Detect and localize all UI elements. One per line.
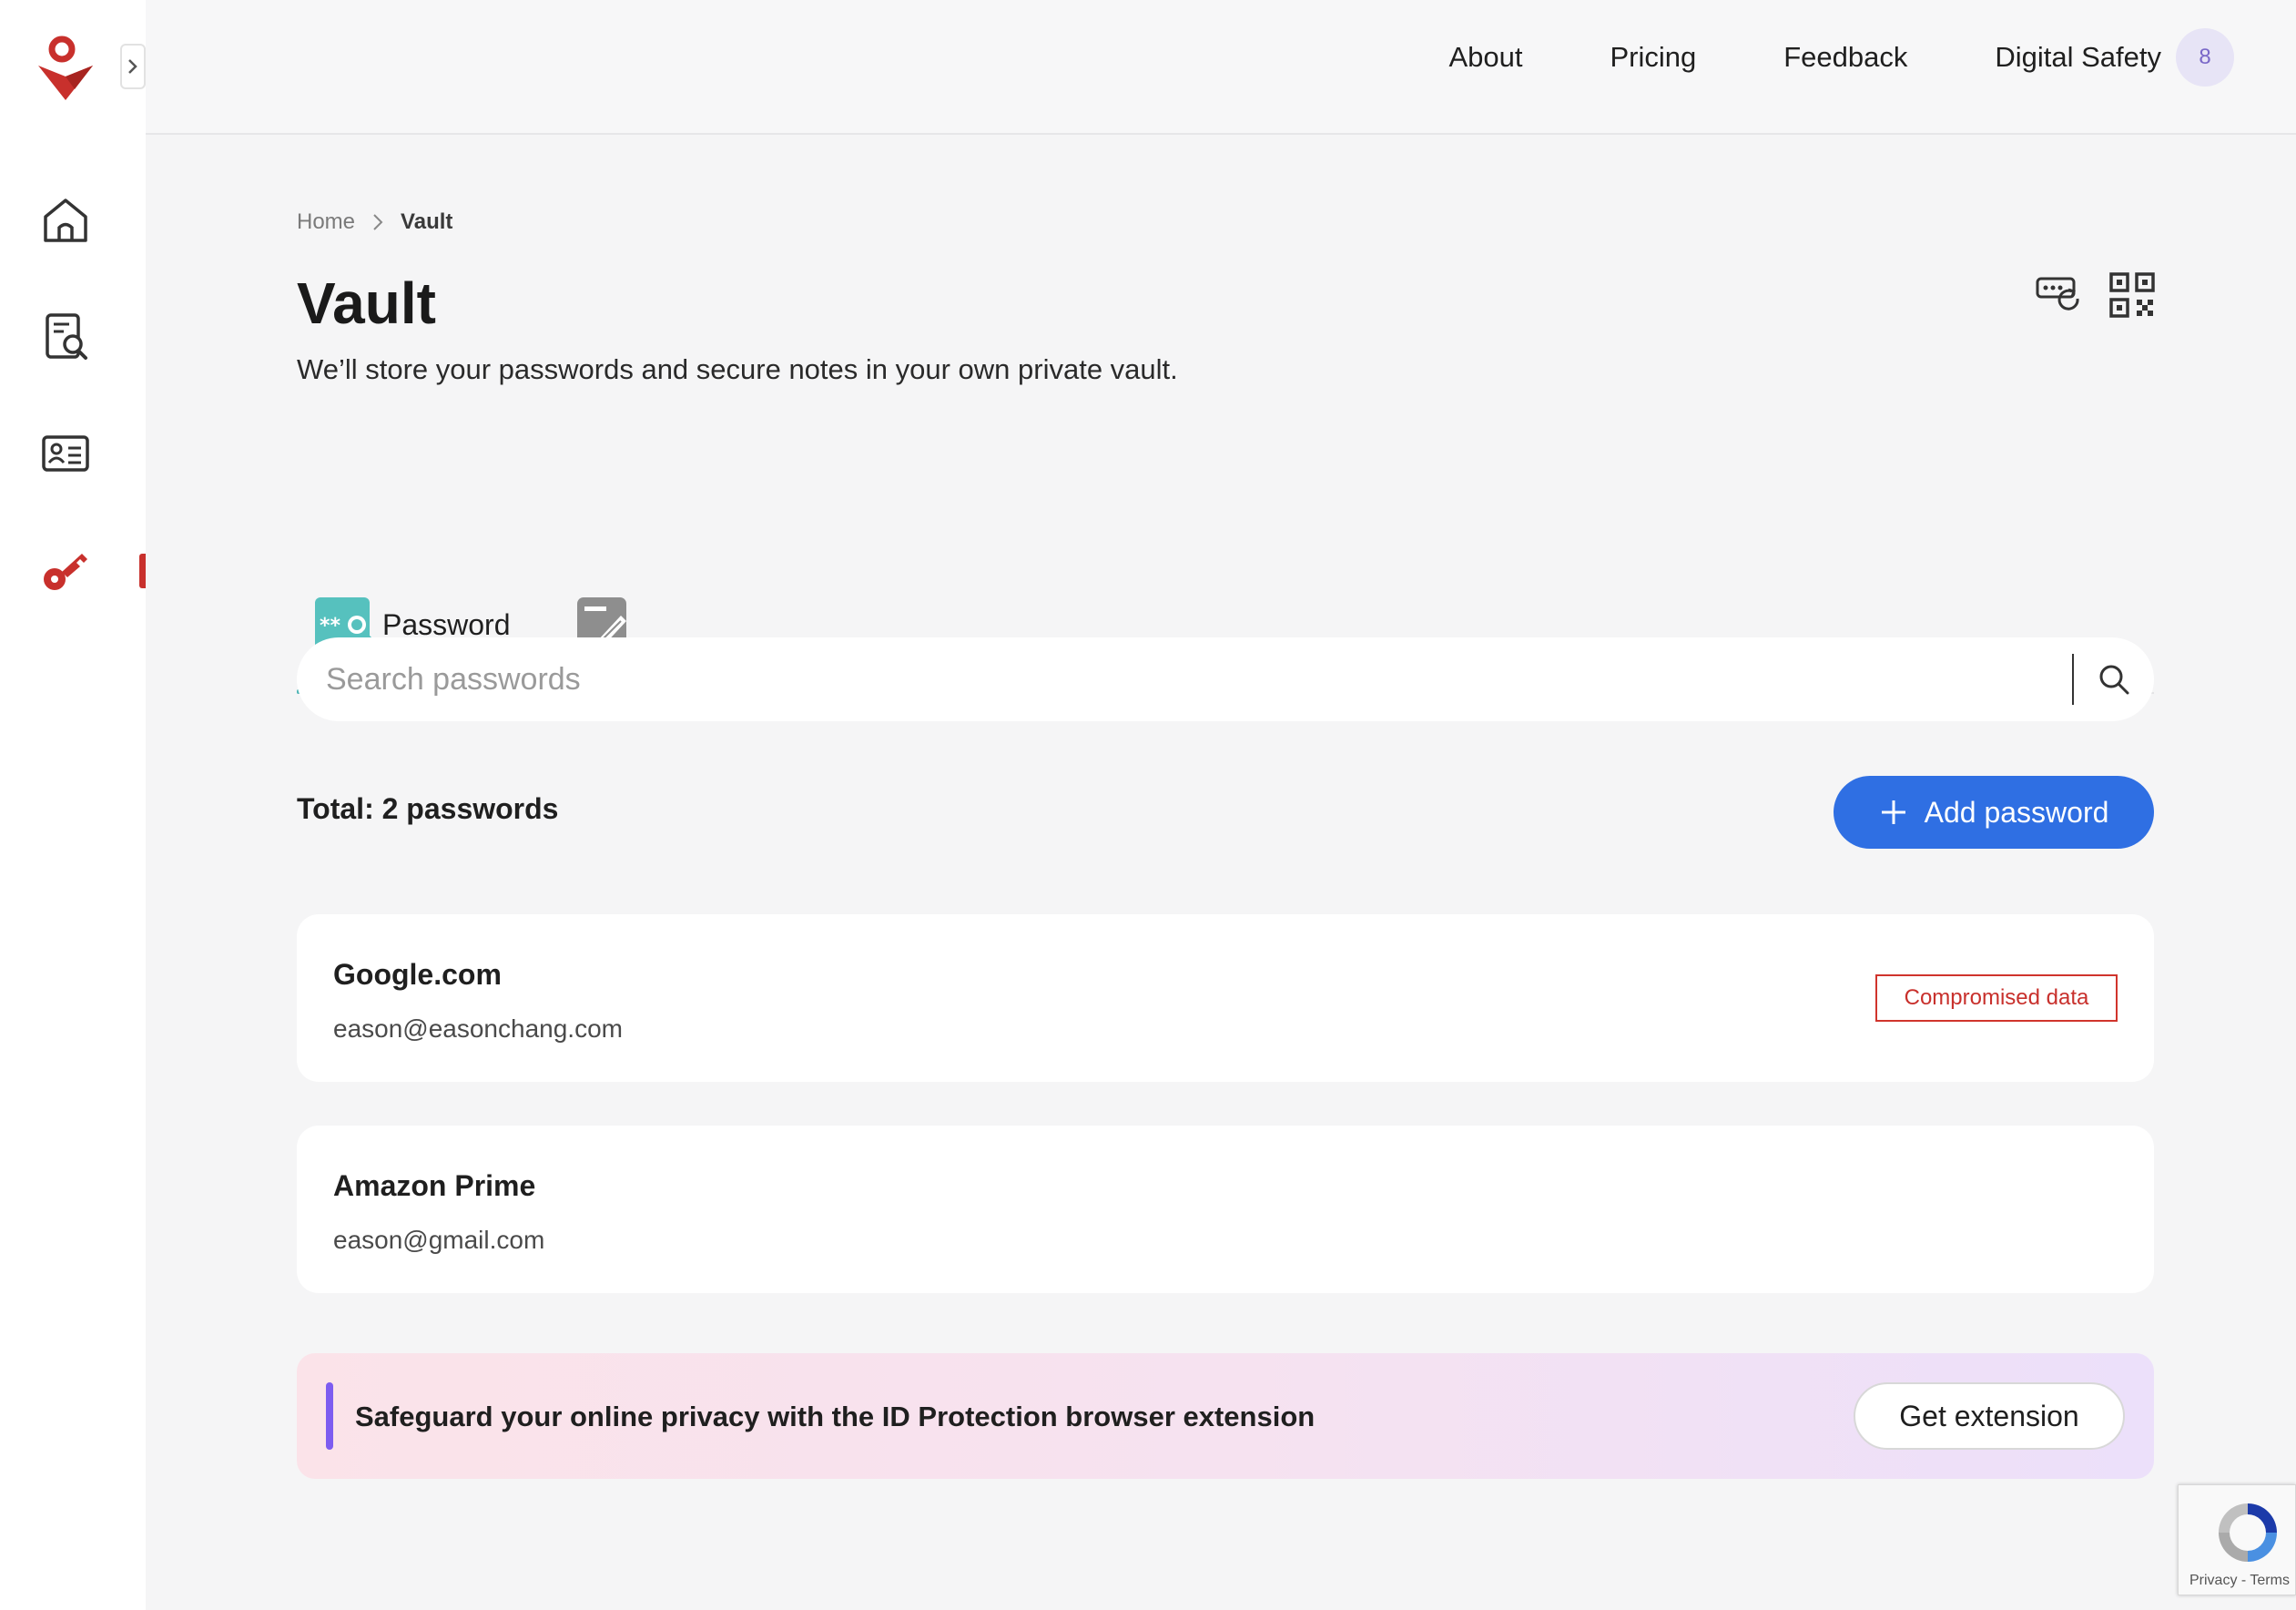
chevron-right-icon — [373, 214, 383, 230]
search-bar — [297, 637, 2154, 721]
password-entry-site: Amazon Prime — [333, 1169, 536, 1202]
recaptcha-links[interactable]: Privacy - Terms — [2189, 1573, 2290, 1589]
sidebar-item-identity[interactable] — [33, 421, 98, 486]
nav-about[interactable]: About — [1448, 41, 1522, 74]
sidebar — [0, 0, 146, 1610]
password-generator-button[interactable] — [2034, 270, 2085, 321]
get-extension-button[interactable]: Get extension — [1854, 1382, 2125, 1450]
top-nav: About Pricing Feedback Digital Safety — [1448, 0, 2161, 115]
password-entry[interactable]: Amazon Prime eason@gmail.com — [297, 1126, 2154, 1293]
sidebar-active-indicator — [139, 554, 146, 588]
breadcrumb-home[interactable]: Home — [297, 209, 355, 235]
breadcrumb-current: Vault — [401, 209, 453, 234]
search-icon — [2099, 665, 2129, 695]
password-entry-site: Google.com — [333, 958, 502, 991]
key-icon — [44, 554, 87, 590]
recaptcha-icon — [2219, 1503, 2277, 1562]
page-title: Vault — [297, 270, 436, 336]
password-count: Total: 2 passwords — [297, 792, 559, 825]
sidebar-item-scan[interactable] — [33, 304, 98, 370]
password-entry-email: eason@gmail.com — [333, 1226, 545, 1254]
promo-accent-bar — [326, 1382, 333, 1450]
password-entry[interactable]: Google.com eason@easonchang.com Compromi… — [297, 914, 2154, 1082]
top-header: About Pricing Feedback Digital Safety 8 — [146, 0, 2296, 135]
search-divider — [2072, 654, 2074, 705]
tab-password-label: Password — [382, 607, 511, 641]
nav-pricing[interactable]: Pricing — [1610, 41, 1696, 74]
user-avatar[interactable]: 8 — [2176, 28, 2234, 87]
password-entry-email: eason@easonchang.com — [333, 1014, 623, 1043]
nav-feedback[interactable]: Feedback — [1783, 41, 1907, 74]
qr-code-button[interactable] — [2107, 270, 2158, 321]
nav-digital-safety[interactable]: Digital Safety — [1995, 41, 2161, 74]
compromised-badge: Compromised data — [1875, 974, 2118, 1022]
id-card-icon — [42, 435, 89, 472]
sidebar-item-vault[interactable] — [33, 537, 98, 603]
breadcrumb: Home Vault — [297, 209, 452, 235]
svg-text:**: ** — [320, 615, 341, 637]
plus-icon — [1881, 800, 1905, 824]
home-icon — [44, 199, 87, 242]
extension-promo-banner: Safeguard your online privacy with the I… — [297, 1353, 2154, 1479]
search-input[interactable] — [326, 637, 2056, 721]
document-search-icon — [46, 313, 87, 360]
qr-code-icon — [2109, 272, 2155, 318]
promo-text: Safeguard your online privacy with the I… — [355, 1401, 1316, 1432]
recaptcha-badge[interactable]: Privacy - Terms — [2178, 1484, 2296, 1595]
add-password-button[interactable]: Add password — [1834, 776, 2154, 849]
sidebar-item-home[interactable] — [33, 188, 98, 253]
brand-logo-icon[interactable] — [35, 35, 97, 104]
add-password-label: Add password — [1924, 795, 2109, 829]
password-refresh-icon — [2036, 277, 2079, 311]
search-button[interactable] — [2092, 657, 2136, 701]
chevron-right-icon — [128, 59, 137, 74]
page-subtitle: We’ll store your passwords and secure no… — [297, 353, 1178, 385]
sidebar-expand-button[interactable] — [120, 44, 146, 89]
